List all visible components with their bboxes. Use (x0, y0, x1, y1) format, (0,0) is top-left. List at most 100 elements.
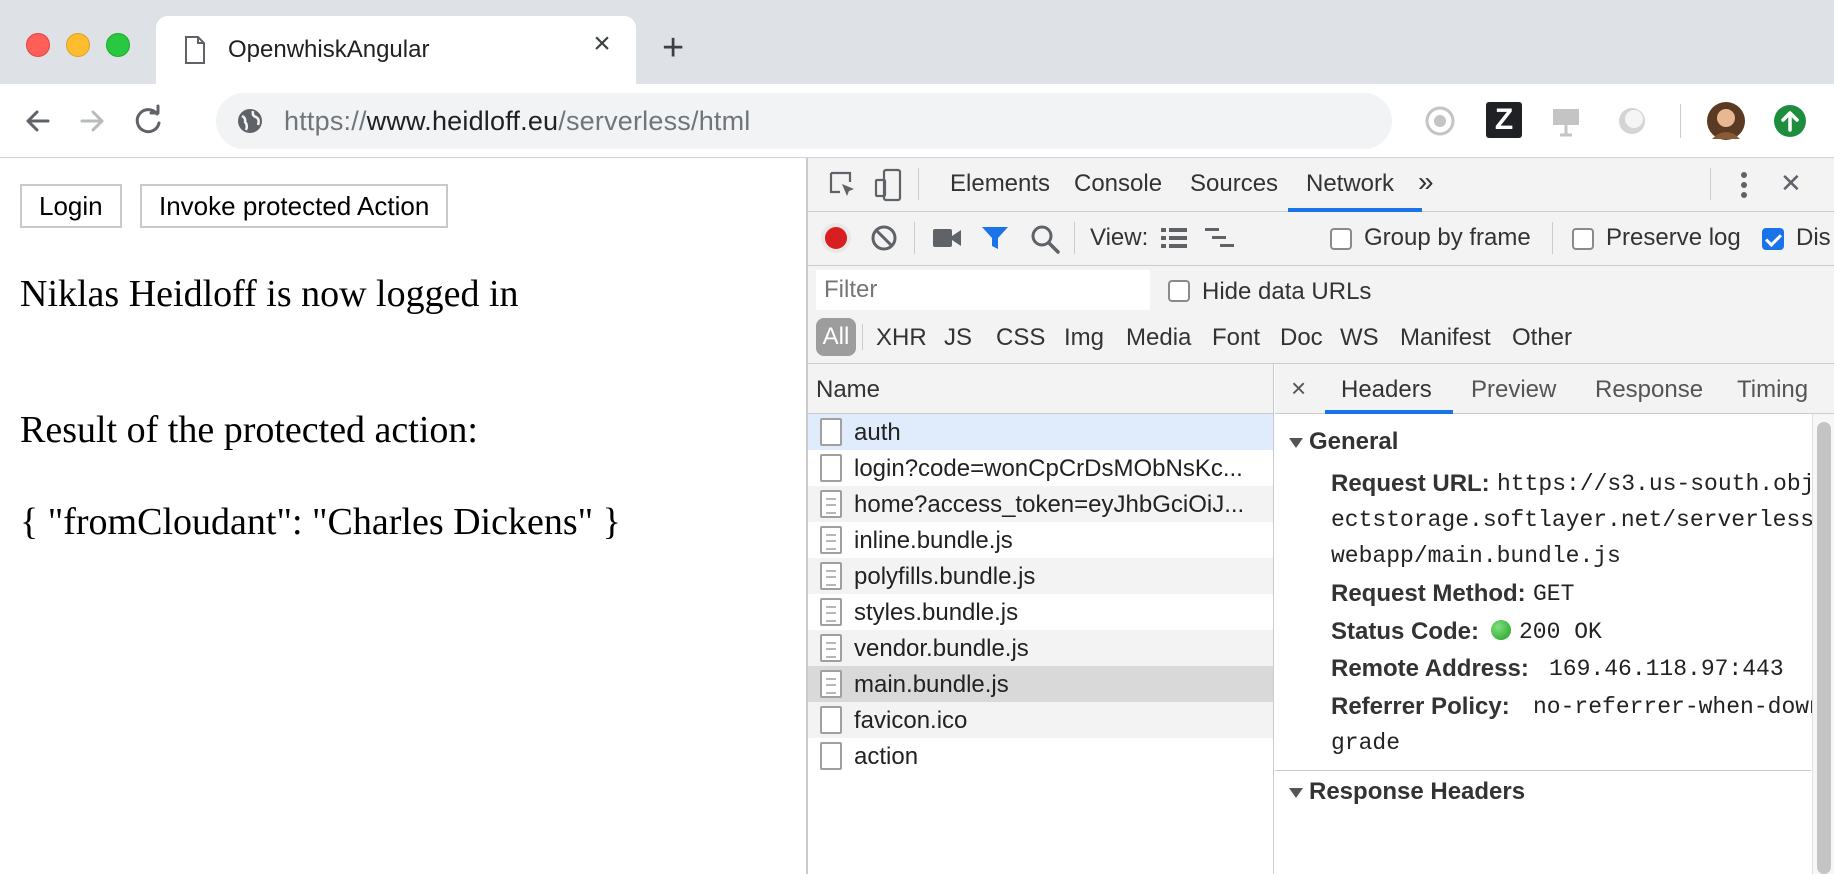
filter-type-ws[interactable]: WS (1340, 324, 1379, 352)
referrer-policy-value: grade (1331, 730, 1401, 756)
kebab-menu-icon[interactable] (1734, 170, 1754, 200)
toolbar-divider (914, 222, 915, 254)
filter-type-doc[interactable]: Doc (1280, 324, 1323, 352)
globe-icon (238, 109, 262, 133)
preserve-log-checkbox[interactable] (1572, 228, 1594, 250)
back-icon[interactable] (18, 101, 58, 141)
network-toolbar: View: Group by frame Preserve log Dis (808, 212, 1834, 266)
request-row[interactable]: styles.bundle.js (808, 594, 1273, 630)
filter-type-img[interactable]: Img (1064, 324, 1104, 352)
script-file-icon (820, 634, 842, 662)
filter-type-font[interactable]: Font (1212, 324, 1260, 352)
login-button[interactable]: Login (20, 184, 122, 228)
request-name: styles.bundle.js (854, 599, 1019, 626)
invoke-protected-action-button[interactable]: Invoke protected Action (140, 184, 449, 228)
request-name: home?access_token=eyJhbGciOiJ... (854, 491, 1245, 518)
group-by-frame-checkbox[interactable] (1330, 228, 1352, 250)
request-row[interactable]: home?access_token=eyJhbGciOiJ... (808, 486, 1273, 522)
search-icon[interactable] (1030, 224, 1060, 254)
filter-type-js[interactable]: JS (944, 324, 972, 352)
request-name: action (854, 743, 919, 770)
large-rows-icon[interactable] (1160, 226, 1188, 250)
device-toolbar-icon[interactable] (874, 168, 904, 202)
referrer-policy-key: Referrer Policy: (1331, 693, 1510, 720)
avatar[interactable] (1706, 101, 1746, 141)
detail-scrollbar[interactable] (1812, 414, 1834, 874)
clear-icon[interactable] (870, 224, 898, 252)
request-url-value: ectstorage.softlayer.net/serverless- (1331, 507, 1828, 533)
name-column-header[interactable]: Name (808, 364, 1274, 414)
tab-timing[interactable]: Timing (1737, 376, 1808, 404)
preserve-log-label: Preserve log (1606, 224, 1741, 251)
z-extension-icon[interactable]: Z (1486, 102, 1522, 138)
file-icon (820, 706, 842, 734)
circle-extension-icon[interactable] (1612, 101, 1652, 141)
filter-type-other[interactable]: Other (1512, 324, 1572, 352)
request-row[interactable]: polyfills.bundle.js (808, 558, 1273, 594)
general-section-toggle[interactable]: General (1289, 428, 1398, 456)
disable-cache-checkbox[interactable] (1762, 228, 1784, 250)
record-icon[interactable] (820, 222, 852, 254)
inspect-element-icon[interactable] (828, 170, 858, 200)
request-list: auth login?code=wonCpCrDsMObNsKc... home… (808, 414, 1274, 874)
tab-headers[interactable]: Headers (1341, 376, 1432, 404)
tab-preview[interactable]: Preview (1471, 376, 1556, 404)
hide-data-urls-checkbox[interactable] (1168, 280, 1190, 302)
filter-type-xhr[interactable]: XHR (876, 324, 927, 352)
scrollbar-thumb[interactable] (1817, 422, 1831, 874)
request-row[interactable]: auth (808, 414, 1273, 450)
response-headers-section-toggle[interactable]: Response Headers (1289, 778, 1525, 806)
remote-address-value: 169.46.118.97:443 (1549, 656, 1784, 682)
tab-console[interactable]: Console (1074, 170, 1162, 198)
window-minimize-button[interactable] (66, 33, 90, 57)
request-name: inline.bundle.js (854, 527, 1013, 554)
browser-tab[interactable]: OpenwhiskAngular × (156, 16, 636, 84)
request-row[interactable]: inline.bundle.js (808, 522, 1273, 558)
request-row[interactable]: login?code=wonCpCrDsMObNsKc... (808, 450, 1273, 486)
new-tab-button[interactable]: + (662, 28, 684, 68)
request-row[interactable]: action (808, 738, 1273, 774)
file-icon (820, 742, 842, 770)
request-row[interactable]: favicon.ico (808, 702, 1273, 738)
filter-divider (862, 324, 863, 350)
disable-cache-label: Dis (1796, 224, 1831, 251)
waterfall-icon[interactable] (1204, 226, 1236, 250)
window-close-button[interactable] (26, 33, 50, 57)
file-icon (820, 418, 842, 446)
filter-type-css[interactable]: CSS (996, 324, 1045, 352)
update-icon[interactable] (1770, 101, 1810, 141)
request-row[interactable]: main.bundle.js (808, 666, 1273, 702)
filter-input[interactable] (816, 270, 1150, 310)
toolbar-divider (1680, 104, 1681, 138)
collapse-triangle-icon (1289, 787, 1303, 798)
filter-type-all[interactable]: All (816, 318, 856, 356)
tab-sources[interactable]: Sources (1190, 170, 1278, 198)
filter-icon[interactable] (980, 224, 1010, 252)
tab-elements[interactable]: Elements (950, 170, 1050, 198)
browser-toolbar: https://www.heidloff.eu/serverless/html … (0, 84, 1834, 158)
filter-type-media[interactable]: Media (1126, 324, 1191, 352)
more-tabs-icon[interactable]: » (1418, 166, 1434, 198)
status-ok-icon (1491, 620, 1511, 640)
tab-network[interactable]: Network (1306, 170, 1394, 198)
tab-response[interactable]: Response (1595, 376, 1703, 404)
presentation-extension-icon[interactable] (1546, 101, 1586, 141)
tab-close-icon[interactable]: × (588, 29, 616, 59)
close-devtools-icon[interactable]: ✕ (1780, 168, 1802, 199)
request-url-value: https://s3.us-south.obj (1497, 471, 1815, 497)
forward-icon[interactable] (72, 101, 112, 141)
headers-panel: General Request URL: https://s3.us-south… (1275, 414, 1834, 874)
reload-icon[interactable] (128, 101, 168, 141)
address-bar[interactable]: https://www.heidloff.eu/serverless/html (216, 93, 1392, 149)
script-file-icon (820, 526, 842, 554)
camera-extension-icon[interactable] (1420, 101, 1460, 141)
page-content: Login Invoke protected Action Niklas Hei… (0, 158, 806, 874)
close-detail-icon[interactable]: × (1291, 373, 1306, 404)
screenshot-capture-icon[interactable] (932, 226, 962, 250)
script-file-icon (820, 598, 842, 626)
filter-type-manifest[interactable]: Manifest (1400, 324, 1491, 352)
window-zoom-button[interactable] (106, 33, 130, 57)
request-row[interactable]: vendor.bundle.js (808, 630, 1273, 666)
request-url-key: Request URL: (1331, 470, 1490, 497)
result-label: Result of the protected action: (20, 409, 478, 451)
